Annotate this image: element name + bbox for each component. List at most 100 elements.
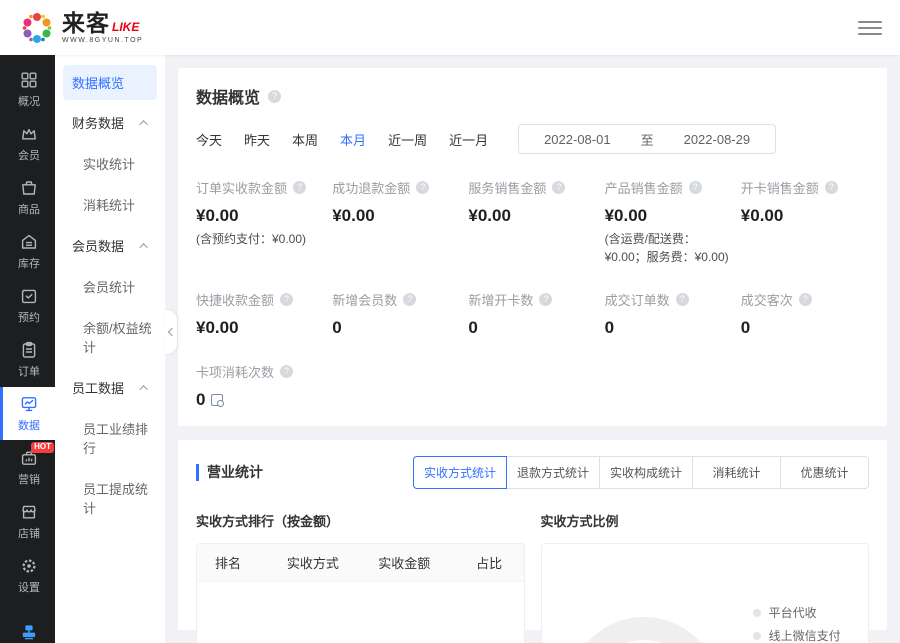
- ranking-table: 排名 实收方式 实收金额 占比 暂无数据: [196, 543, 525, 643]
- empty-inbox-icon: [328, 634, 392, 643]
- pinwheel-logo-icon: [18, 9, 56, 47]
- stat-card-consumption: 卡项消耗次数 0: [196, 362, 324, 410]
- stat-orders-count: 成交订单数 0: [605, 290, 733, 338]
- filter-last-month[interactable]: 近一月: [449, 130, 488, 149]
- filter-this-week[interactable]: 本周: [292, 130, 318, 149]
- sidebar-collapse-handle[interactable]: [165, 310, 177, 354]
- tab-income-composition[interactable]: 实收构成统计: [599, 456, 693, 489]
- chevron-up-icon: [139, 385, 147, 393]
- top-header: 来客 LIKE WWW.8GYUN.TOP: [0, 0, 900, 55]
- sidebar-item-members[interactable]: 会员: [0, 117, 55, 170]
- help-icon[interactable]: [676, 293, 689, 306]
- column-header: 实收金额: [360, 544, 458, 581]
- secondary-sidebar: 数据概览 财务数据 实收统计 消耗统计 会员数据 会员统计 余额/权益统计 员工…: [55, 55, 165, 643]
- stat-label: 新增会员数: [332, 290, 397, 309]
- sidebar-item-products[interactable]: 商品: [0, 171, 55, 224]
- stat-label: 成交订单数: [605, 290, 670, 309]
- section-title: 营业统计: [196, 464, 263, 481]
- stat-value: 0: [741, 318, 869, 338]
- stat-refund: 成功退款金额 ¥0.00: [332, 178, 460, 266]
- date-separator: 至: [641, 130, 654, 149]
- sidebar-item-marketing[interactable]: HOT 营销: [0, 441, 55, 494]
- filter-today[interactable]: 今天: [196, 130, 222, 149]
- submenu-item-staff-ranking[interactable]: 员工业绩排行: [55, 408, 165, 468]
- monitor-chart-icon: [20, 395, 38, 413]
- menu-hamburger-icon[interactable]: [858, 13, 882, 43]
- stat-new-members: 新增会员数 0: [332, 290, 460, 338]
- submenu-group-label: 财务数据: [72, 113, 124, 132]
- submenu-group-member[interactable]: 会员数据: [55, 225, 165, 266]
- tab-payment-method[interactable]: 实收方式统计: [413, 456, 507, 489]
- tab-refund-method[interactable]: 退款方式统计: [506, 456, 600, 489]
- help-icon[interactable]: [403, 293, 416, 306]
- date-filter-row: 今天 昨天 本周 本月 近一周 近一月 2022-08-01 至 2022-08…: [196, 124, 869, 154]
- help-icon[interactable]: [416, 181, 429, 194]
- stat-value: 0: [196, 390, 205, 410]
- chart-legend: 平台代收 线上微信支付 现金 其他 微信（记账） 支付宝（记账） POS机（记账…: [753, 604, 854, 643]
- help-icon[interactable]: [825, 181, 838, 194]
- stat-product-sales: 产品销售金额 ¥0.00 (含运费/配送费：¥0.00；服务费：¥0.00): [605, 178, 733, 266]
- help-icon[interactable]: [689, 181, 702, 194]
- legend-item[interactable]: 平台代收: [753, 604, 854, 621]
- stat-label: 卡项消耗次数: [196, 362, 274, 381]
- brand-name: 来客: [62, 12, 110, 35]
- sidebar-label: 会员: [18, 147, 40, 163]
- tab-consumption[interactable]: 消耗统计: [692, 456, 781, 489]
- stat-card-sales: 开卡销售金额 ¥0.00: [741, 178, 869, 266]
- stats-grid: 订单实收款金额 ¥0.00 (含预约支付：¥0.00) 成功退款金额 ¥0.00…: [196, 178, 869, 410]
- sidebar-item-inventory[interactable]: 库存: [0, 225, 55, 278]
- sidebar-item-cashier[interactable]: 收银台: [0, 615, 55, 643]
- donut-chart: 总金额 ¥0.00: [568, 617, 720, 643]
- submenu-item-consumption-stats[interactable]: 消耗统计: [55, 184, 165, 225]
- payment-ranking-panel: 实收方式排行（按金额） 排名 实收方式 实收金额 占比: [196, 511, 525, 643]
- submenu-item-member-stats[interactable]: 会员统计: [55, 266, 165, 307]
- submenu-group-finance[interactable]: 财务数据: [55, 102, 165, 143]
- filter-this-month[interactable]: 本月: [340, 130, 366, 149]
- sidebar-item-overview[interactable]: 概况: [0, 63, 55, 116]
- help-icon[interactable]: [268, 90, 281, 103]
- sidebar-item-orders[interactable]: 订单: [0, 333, 55, 386]
- stat-quick-payment: 快捷收款金额 ¥0.00: [196, 290, 324, 338]
- submenu-item-data-overview[interactable]: 数据概览: [63, 65, 157, 100]
- submenu-item-balance-stats[interactable]: 余额/权益统计: [55, 307, 165, 367]
- sidebar-item-store[interactable]: 店铺: [0, 495, 55, 548]
- help-icon[interactable]: [799, 293, 812, 306]
- filter-last-week[interactable]: 近一周: [388, 130, 427, 149]
- panel-title: 实收方式比例: [541, 511, 870, 530]
- proportion-chart-box: 总金额 ¥0.00 平台代收 线上微信支付 现金 其他 微信（记账）: [541, 543, 870, 643]
- stat-value: ¥0.00: [196, 206, 324, 226]
- column-header: 占比: [458, 544, 523, 581]
- date-range-picker[interactable]: 2022-08-01 至 2022-08-29: [518, 124, 776, 154]
- stat-label: 成功退款金额: [332, 178, 410, 197]
- stat-label: 成交客次: [741, 290, 793, 309]
- help-icon[interactable]: [280, 365, 293, 378]
- submenu-group-staff[interactable]: 员工数据: [55, 367, 165, 408]
- stat-label: 产品销售金额: [605, 178, 683, 197]
- sidebar-label: 设置: [18, 579, 40, 595]
- sidebar-label: 库存: [18, 255, 40, 271]
- sidebar-item-data[interactable]: 数据: [0, 387, 55, 440]
- legend-item[interactable]: 线上微信支付: [753, 627, 854, 643]
- legend-label: 线上微信支付: [769, 627, 841, 643]
- submenu-item-received-stats[interactable]: 实收统计: [55, 143, 165, 184]
- stat-label: 订单实收款金额: [196, 178, 287, 197]
- submenu-group-label: 员工数据: [72, 378, 124, 397]
- brand-logo: 来客 LIKE WWW.8GYUN.TOP: [18, 9, 143, 47]
- column-header: 排名: [197, 544, 269, 581]
- submenu-item-staff-commission[interactable]: 员工提成统计: [55, 468, 165, 528]
- sidebar-label: 预约: [18, 309, 40, 325]
- help-icon[interactable]: [293, 181, 306, 194]
- stat-value: 0: [605, 318, 733, 338]
- sidebar-item-appointments[interactable]: 预约: [0, 279, 55, 332]
- help-icon[interactable]: [539, 293, 552, 306]
- brand-tag: LIKE: [112, 21, 139, 35]
- warehouse-icon: [20, 233, 38, 251]
- help-icon[interactable]: [280, 293, 293, 306]
- detail-search-icon[interactable]: [211, 394, 223, 406]
- sidebar-label: 店铺: [18, 525, 40, 541]
- sidebar-item-settings[interactable]: 设置: [0, 549, 55, 602]
- help-icon[interactable]: [552, 181, 565, 194]
- tab-discount[interactable]: 优惠统计: [780, 456, 869, 489]
- stat-label: 服务销售金额: [468, 178, 546, 197]
- filter-yesterday[interactable]: 昨天: [244, 130, 270, 149]
